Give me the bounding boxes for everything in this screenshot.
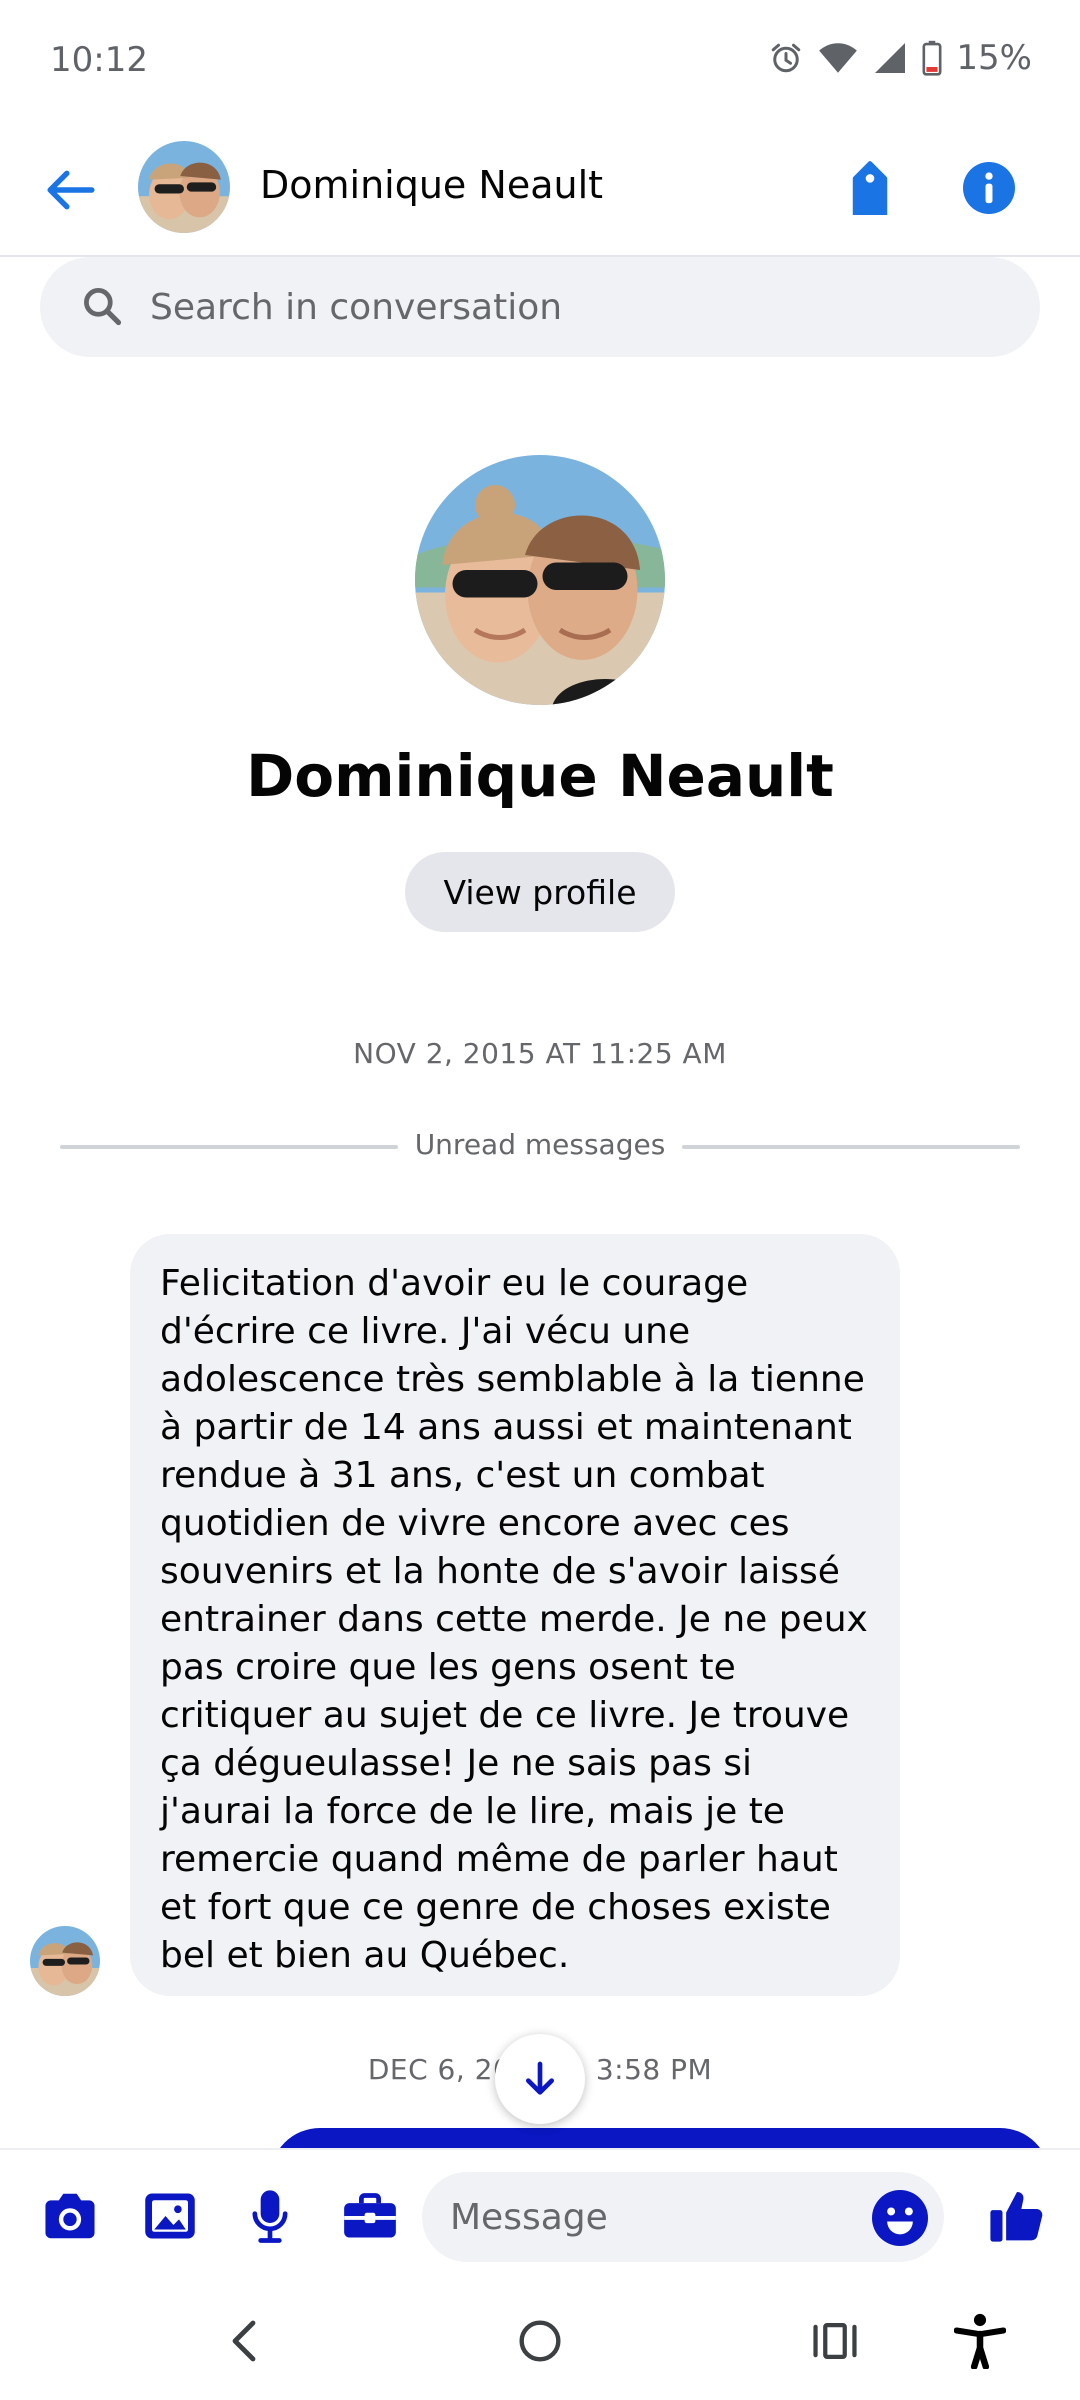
accessibility-icon (954, 2313, 1006, 2369)
accessibility-button[interactable] (945, 2306, 1015, 2376)
avatar[interactable] (138, 141, 230, 233)
microphone-button[interactable] (238, 2184, 302, 2248)
arrow-down-icon (526, 2061, 554, 2095)
system-nav-bar (0, 2280, 1080, 2400)
status-icons: 15% (768, 38, 1032, 78)
message-composer (0, 2148, 1080, 2280)
view-profile-button[interactable]: View profile (405, 852, 675, 932)
message-field[interactable] (422, 2172, 944, 2262)
alarm-icon (772, 43, 801, 73)
tag-button[interactable] (838, 151, 902, 223)
back-arrow-icon (47, 170, 95, 210)
search-input[interactable] (150, 257, 1010, 357)
emoji-icon[interactable] (872, 2190, 928, 2246)
received-message-bubble[interactable]: Felicitation d'avoir eu le courage d'écr… (130, 1234, 900, 1996)
scroll-to-bottom-button[interactable] (495, 2034, 585, 2124)
status-time: 10:12 (50, 40, 148, 80)
battery-percent: 15% (956, 38, 1032, 78)
nav-recents-icon (813, 2322, 857, 2360)
briefcase-button[interactable] (338, 2184, 402, 2248)
info-button[interactable] (954, 153, 1024, 223)
divider-line (682, 1145, 1020, 1149)
like-button[interactable] (982, 2180, 1052, 2250)
contact-name[interactable]: Dominique Neault (260, 163, 603, 207)
wifi-icon (819, 43, 858, 73)
profile-avatar[interactable] (415, 455, 665, 705)
conversation-header: Dominique Neault (0, 125, 1080, 257)
camera-button[interactable] (38, 2184, 102, 2248)
gallery-button[interactable] (138, 2184, 202, 2248)
message-timestamp: NOV 2, 2015 AT 11:25 AM (353, 1037, 727, 1070)
thumbs-up-icon (990, 2192, 1043, 2242)
search-bar[interactable] (40, 257, 1040, 357)
nav-home-button[interactable] (505, 2306, 575, 2376)
message-input[interactable] (450, 2172, 850, 2262)
tag-icon (852, 161, 888, 215)
nav-back-button[interactable] (210, 2306, 280, 2376)
sender-avatar[interactable] (30, 1926, 100, 1996)
gallery-icon (145, 2193, 195, 2239)
nav-recents-button[interactable] (800, 2306, 870, 2376)
nav-back-icon (232, 2320, 256, 2362)
microphone-icon (252, 2190, 288, 2243)
info-icon (963, 162, 1015, 214)
briefcase-icon (344, 2193, 396, 2238)
search-icon (84, 288, 122, 326)
unread-divider: Unread messages (60, 1128, 1020, 1164)
back-button[interactable] (36, 155, 106, 225)
status-bar: 10:12 15% (0, 0, 1080, 125)
camera-icon (45, 2193, 95, 2239)
nav-home-icon (519, 2320, 561, 2362)
profile-name: Dominique Neault (246, 742, 834, 810)
battery-low-icon (922, 40, 942, 76)
signal-icon (875, 43, 906, 73)
